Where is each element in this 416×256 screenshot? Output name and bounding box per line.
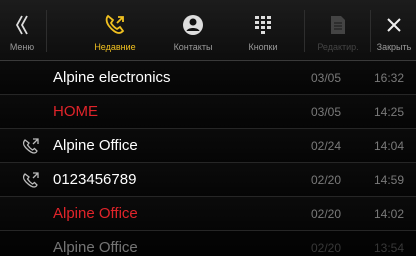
call-date: 02/20: [311, 173, 342, 187]
edit-label: Редактир.: [317, 42, 359, 52]
call-time: 16:32: [374, 71, 405, 85]
call-time: 14:02: [374, 207, 405, 221]
tab-recent[interactable]: Недавние: [84, 0, 146, 60]
call-name: HOME: [53, 103, 98, 120]
call-row[interactable]: Alpine electronics 03/05 16:32: [0, 61, 416, 95]
call-name: Alpine electronics: [53, 69, 171, 86]
call-name: Alpine Office: [53, 205, 138, 222]
tab-contacts-label: Контакты: [173, 42, 213, 52]
document-icon: [323, 12, 353, 38]
close-button[interactable]: Закрыть: [372, 0, 416, 60]
call-time: 14:25: [374, 105, 405, 119]
call-row[interactable]: HOME 03/05 14:25: [0, 95, 416, 129]
call-name: 0123456789: [53, 171, 137, 188]
tab-contacts[interactable]: Контакты: [162, 0, 224, 60]
close-icon: [379, 12, 409, 38]
outgoing-call-icon: [22, 138, 40, 154]
call-row[interactable]: 0123456789 02/20 14:59: [0, 163, 416, 197]
keypad-icon: [248, 12, 278, 38]
divider: [370, 10, 371, 52]
call-date: 03/05: [311, 71, 342, 85]
tab-keypad-label: Кнопки: [248, 42, 278, 52]
call-time: 14:04: [374, 139, 405, 153]
tab-recent-label: Недавние: [94, 42, 136, 52]
person-icon: [178, 12, 208, 38]
phone-handset-icon: [100, 12, 130, 38]
call-date: 02/20: [311, 207, 342, 221]
divider: [304, 10, 305, 52]
call-time: 14:59: [374, 173, 405, 187]
call-date: 03/05: [311, 105, 342, 119]
call-name: Alpine Office: [53, 239, 138, 256]
double-chevron-left-icon: [7, 12, 37, 38]
divider: [46, 10, 47, 52]
close-label: Закрыть: [376, 42, 412, 52]
call-row[interactable]: Alpine Office 02/20 14:02: [0, 197, 416, 231]
call-time: 13:54: [374, 241, 405, 255]
outgoing-call-icon: [22, 172, 40, 188]
back-button[interactable]: Меню: [0, 0, 44, 60]
call-date: 02/20: [311, 241, 342, 255]
call-row[interactable]: Alpine Office 02/20 13:54: [0, 231, 416, 256]
edit-button[interactable]: Редактир.: [310, 0, 366, 60]
call-name: Alpine Office: [53, 137, 138, 154]
call-history-list: Alpine electronics 03/05 16:32 HOME 03/0…: [0, 61, 416, 256]
back-label: Меню: [9, 42, 35, 52]
call-row[interactable]: Alpine Office 02/24 14:04: [0, 129, 416, 163]
toolbar: Меню Недавние Контакты Кнопки Редактир.: [0, 0, 416, 61]
tab-keypad[interactable]: Кнопки: [232, 0, 294, 60]
call-date: 02/24: [311, 139, 342, 153]
